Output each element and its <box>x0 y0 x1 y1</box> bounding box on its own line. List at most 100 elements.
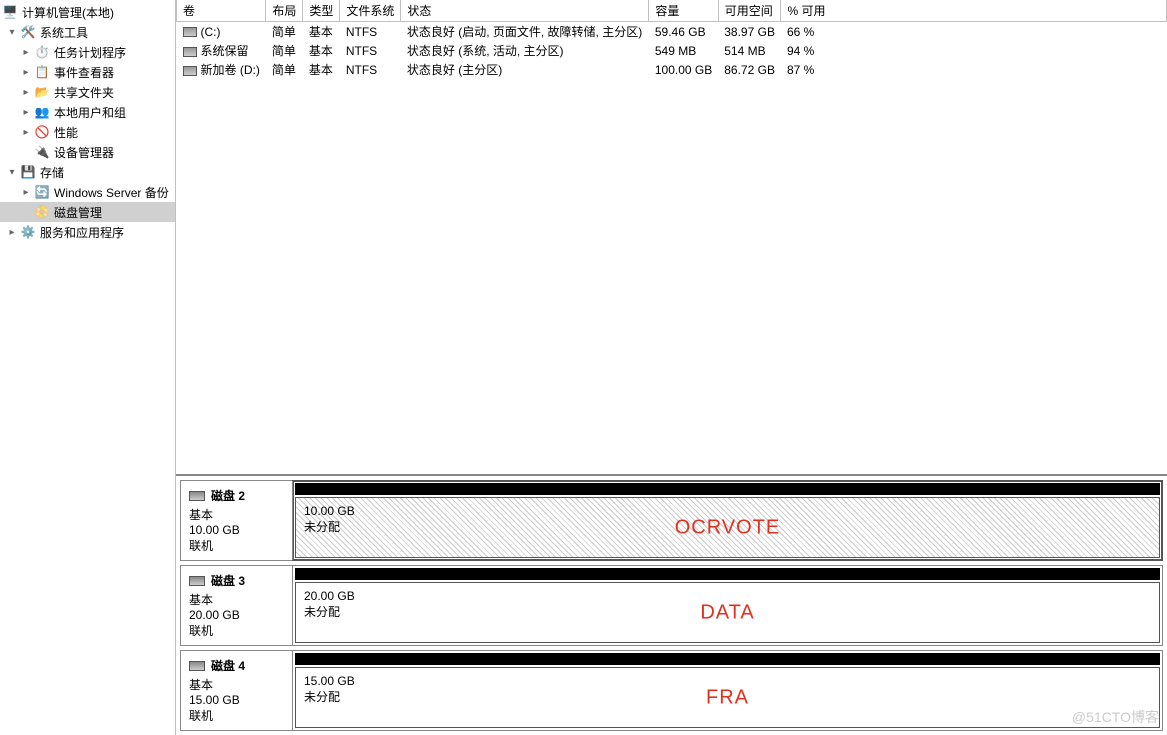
disk-info: 磁盘 3 基本20.00 GB联机 <box>181 566 293 645</box>
disk-state: 联机 <box>189 622 286 639</box>
disk-type: 基本 <box>189 506 286 523</box>
disk-size: 15.00 GB <box>189 693 286 707</box>
tree-label: 存储 <box>40 164 64 181</box>
tree-system-tools[interactable]: ▾ 🛠️ 系统工具 <box>0 22 175 42</box>
col-status[interactable]: 状态 <box>401 0 649 22</box>
expand-icon[interactable]: ▸ <box>6 226 18 238</box>
tree-wsb[interactable]: ▸ 🔄 Windows Server 备份 <box>0 182 175 202</box>
tree-device-manager[interactable]: 🔌 设备管理器 <box>0 142 175 162</box>
disk-info: 磁盘 2 基本10.00 GB联机 <box>181 481 293 560</box>
disk-type: 基本 <box>189 676 286 693</box>
disk-title: 磁盘 3 <box>211 572 245 589</box>
partition-area: 15.00 GB未分配FRA <box>293 651 1162 730</box>
tree-label: 计算机管理(本地) <box>22 4 114 21</box>
tools-icon: 🛠️ <box>20 24 36 40</box>
tree-label: 性能 <box>54 124 78 141</box>
header-bar <box>295 568 1160 580</box>
tree-task-scheduler[interactable]: ▸ ⏱️ 任务计划程序 <box>0 42 175 62</box>
tree-performance[interactable]: ▸ 🚫 性能 <box>0 122 175 142</box>
storage-icon: 💾 <box>20 164 36 180</box>
col-layout[interactable]: 布局 <box>266 0 303 22</box>
tree-label: 共享文件夹 <box>54 84 114 101</box>
disks-pane: 磁盘 2基本10.00 GB联机10.00 GB未分配OCRVOTE磁盘 3基本… <box>176 476 1167 735</box>
drive-icon <box>183 27 197 37</box>
tree-label: Windows Server 备份 <box>54 184 169 201</box>
volume-row[interactable]: (C:)简单基本NTFS状态良好 (启动, 页面文件, 故障转储, 主分区)59… <box>177 22 1167 42</box>
tree-label: 任务计划程序 <box>54 44 126 61</box>
expand-icon[interactable]: ▸ <box>20 106 32 118</box>
tree-label: 事件查看器 <box>54 64 114 81</box>
disk-size: 10.00 GB <box>189 523 286 537</box>
disk-icon <box>189 491 205 501</box>
disk-block[interactable]: 磁盘 3 基本20.00 GB联机 20.00 GB未分配DATA <box>180 565 1163 646</box>
watermark: @51CTO博客 <box>1072 707 1159 727</box>
partition-area: 20.00 GB未分配DATA <box>293 566 1162 645</box>
disk-state: 联机 <box>189 537 286 554</box>
expand-icon[interactable]: ▸ <box>20 66 32 78</box>
spacer-icon <box>20 146 32 158</box>
tree-label: 系统工具 <box>40 24 88 41</box>
annotation-label: DATA <box>700 601 754 624</box>
annotation-label: FRA <box>706 686 749 709</box>
expand-icon[interactable]: ▸ <box>20 126 32 138</box>
collapse-icon[interactable]: ▾ <box>6 26 18 38</box>
volumes-pane: 卷 布局 类型 文件系统 状态 容量 可用空间 % 可用 (C:)简单基本NTF… <box>176 0 1167 476</box>
tree-services[interactable]: ▸ ⚙️ 服务和应用程序 <box>0 222 175 242</box>
disk-icon <box>189 661 205 671</box>
disk-type: 基本 <box>189 591 286 608</box>
disk-state: 联机 <box>189 707 286 724</box>
disk-block[interactable]: 磁盘 4 基本15.00 GB联机 15.00 GB未分配FRA <box>180 650 1163 731</box>
header-bar <box>295 483 1160 495</box>
col-pct[interactable]: % 可用 <box>781 0 1167 22</box>
drive-icon <box>183 47 197 57</box>
computer-icon: 🖥️ <box>2 4 18 20</box>
collapse-icon[interactable]: ▾ <box>6 166 18 178</box>
event-icon: 📋 <box>34 64 50 80</box>
disk-title: 磁盘 2 <box>211 487 245 504</box>
main-content: 卷 布局 类型 文件系统 状态 容量 可用空间 % 可用 (C:)简单基本NTF… <box>176 0 1167 735</box>
tree-event-viewer[interactable]: ▸ 📋 事件查看器 <box>0 62 175 82</box>
col-volume[interactable]: 卷 <box>177 0 266 22</box>
spacer-icon <box>20 206 32 218</box>
services-icon: ⚙️ <box>20 224 36 240</box>
col-capacity[interactable]: 容量 <box>649 0 718 22</box>
tree-local-users[interactable]: ▸ 👥 本地用户和组 <box>0 102 175 122</box>
disk-icon <box>189 576 205 586</box>
partition[interactable]: 10.00 GB未分配OCRVOTE <box>295 497 1160 558</box>
disk-info: 磁盘 4 基本15.00 GB联机 <box>181 651 293 730</box>
expand-icon[interactable]: ▸ <box>20 46 32 58</box>
disk-icon: 📀 <box>34 204 50 220</box>
tree-label: 磁盘管理 <box>54 204 102 221</box>
tree-root[interactable]: 🖥️ 计算机管理(本地) <box>0 2 175 22</box>
users-icon: 👥 <box>34 104 50 120</box>
backup-icon: 🔄 <box>34 184 50 200</box>
tree-storage[interactable]: ▾ 💾 存储 <box>0 162 175 182</box>
clock-icon: ⏱️ <box>34 44 50 60</box>
partition-area: 10.00 GB未分配OCRVOTE <box>293 481 1162 560</box>
annotation-label: OCRVOTE <box>675 516 781 539</box>
col-fs[interactable]: 文件系统 <box>340 0 401 22</box>
drive-icon <box>183 66 197 76</box>
volume-row[interactable]: 系统保留简单基本NTFS状态良好 (系统, 活动, 主分区)549 MB514 … <box>177 41 1167 60</box>
tree-label: 本地用户和组 <box>54 104 126 121</box>
partition[interactable]: 20.00 GB未分配DATA <box>295 582 1160 643</box>
navigation-tree: 🖥️ 计算机管理(本地) ▾ 🛠️ 系统工具 ▸ ⏱️ 任务计划程序 ▸ 📋 事… <box>0 0 176 735</box>
header-bar <box>295 653 1160 665</box>
folder-share-icon: 📂 <box>34 84 50 100</box>
tree-label: 服务和应用程序 <box>40 224 124 241</box>
device-icon: 🔌 <box>34 144 50 160</box>
tree-label: 设备管理器 <box>54 144 114 161</box>
volume-row[interactable]: 新加卷 (D:)简单基本NTFS状态良好 (主分区)100.00 GB86.72… <box>177 60 1167 79</box>
disk-title: 磁盘 4 <box>211 657 245 674</box>
volumes-table[interactable]: 卷 布局 类型 文件系统 状态 容量 可用空间 % 可用 (C:)简单基本NTF… <box>176 0 1167 79</box>
performance-icon: 🚫 <box>34 124 50 140</box>
disk-size: 20.00 GB <box>189 608 286 622</box>
partition[interactable]: 15.00 GB未分配FRA <box>295 667 1160 728</box>
disk-block[interactable]: 磁盘 2 基本10.00 GB联机 10.00 GB未分配OCRVOTE <box>180 480 1163 561</box>
col-type[interactable]: 类型 <box>303 0 340 22</box>
col-free[interactable]: 可用空间 <box>718 0 781 22</box>
tree-disk-management[interactable]: 📀 磁盘管理 <box>0 202 175 222</box>
expand-icon[interactable]: ▸ <box>20 86 32 98</box>
expand-icon[interactable]: ▸ <box>20 186 32 198</box>
tree-shared-folders[interactable]: ▸ 📂 共享文件夹 <box>0 82 175 102</box>
